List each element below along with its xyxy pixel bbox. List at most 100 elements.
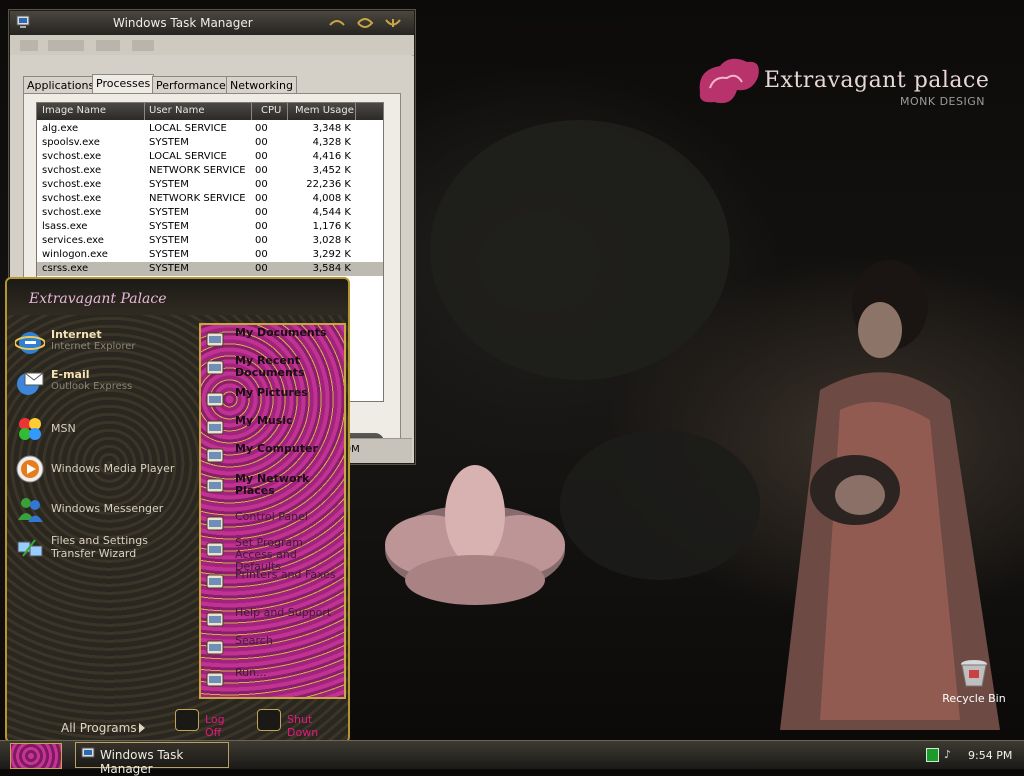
tab-networking[interactable]: Networking bbox=[226, 76, 297, 94]
start-menu-right-item[interactable]: My Documents bbox=[205, 327, 340, 351]
start-menu-right-item-label: Printers and Faxes bbox=[235, 568, 336, 581]
image-name-cell: svchost.exe bbox=[42, 165, 102, 176]
cpu-cell: 00 bbox=[255, 123, 268, 134]
pinned-email[interactable]: E-mail Outlook Express bbox=[13, 365, 197, 401]
recent-documents-icon bbox=[206, 360, 224, 375]
start-menu-left-column: Internet Internet Explorer E-mail Outloo… bbox=[7, 319, 199, 735]
table-row[interactable]: svchost.exe SYSTEM 00 22,236 K bbox=[37, 178, 383, 192]
start-menu-footer: Log Off Shut Down bbox=[7, 699, 348, 739]
menu-help[interactable] bbox=[132, 40, 154, 51]
pinned-email-subtitle: Outlook Express bbox=[51, 381, 133, 392]
start-menu-right-item-label: Control Panel bbox=[235, 510, 308, 523]
column-cpu[interactable]: CPU bbox=[261, 105, 281, 116]
cloud-logo-icon bbox=[699, 58, 759, 104]
column-user-name[interactable]: User Name bbox=[149, 105, 204, 116]
start-menu-right-item-label: My Pictures bbox=[235, 386, 308, 399]
recent-transfer-wizard[interactable]: Files and Settings Transfer Wizard bbox=[13, 531, 197, 567]
title-bar[interactable]: Windows Task Manager bbox=[10, 11, 414, 35]
my-computer-icon bbox=[206, 448, 224, 463]
start-menu-right-item-label: My Documents bbox=[235, 326, 327, 339]
start-menu-right-item[interactable]: My Network Places bbox=[205, 473, 340, 497]
wallpaper-brand: Extravagant palace MONK DESIGN bbox=[692, 48, 1002, 118]
cpu-cell: 00 bbox=[255, 207, 268, 218]
start-menu-right-item[interactable]: My Music bbox=[205, 415, 340, 439]
run-icon bbox=[206, 672, 224, 687]
volume-icon[interactable]: ♪ bbox=[944, 748, 954, 761]
table-row[interactable]: csrss.exe SYSTEM 00 3,584 K bbox=[37, 262, 383, 276]
table-row[interactable]: winlogon.exe SYSTEM 00 3,292 K bbox=[37, 248, 383, 262]
shut-down-label: Shut Down bbox=[287, 713, 319, 739]
start-button[interactable] bbox=[10, 743, 62, 769]
image-name-cell: winlogon.exe bbox=[42, 249, 108, 260]
tab-performance[interactable]: Performance bbox=[152, 76, 230, 94]
cpu-cell: 00 bbox=[255, 235, 268, 246]
pinned-internet-subtitle: Internet Explorer bbox=[51, 341, 136, 352]
menu-bar bbox=[10, 35, 414, 56]
start-menu-right-item[interactable]: My Computer bbox=[205, 443, 340, 467]
maximize-button[interactable] bbox=[356, 17, 374, 29]
recent-messenger[interactable]: Windows Messenger bbox=[13, 491, 197, 527]
mem-usage-cell: 3,452 K bbox=[312, 165, 351, 176]
table-row[interactable]: svchost.exe NETWORK SERVICE 00 3,452 K bbox=[37, 164, 383, 178]
internet-explorer-icon bbox=[15, 332, 45, 354]
my-documents-icon bbox=[206, 332, 224, 347]
start-menu-right-item[interactable]: Help and Support bbox=[205, 607, 340, 631]
start-menu-right-item-label: My Network Places bbox=[235, 472, 310, 497]
start-menu-right-item[interactable]: Run... bbox=[205, 667, 340, 691]
minimize-button[interactable] bbox=[328, 17, 346, 29]
log-off-label: Log Off bbox=[205, 713, 225, 739]
my-music-icon bbox=[206, 420, 224, 435]
help-icon bbox=[206, 612, 224, 627]
start-menu-right-item-label: Help and Support bbox=[235, 606, 332, 619]
network-places-icon bbox=[206, 478, 224, 493]
menu-view[interactable] bbox=[96, 40, 120, 51]
my-pictures-icon bbox=[206, 392, 224, 407]
user-name-cell: SYSTEM bbox=[149, 263, 189, 274]
taskbar-button-task-manager[interactable]: Windows Task Manager bbox=[75, 742, 229, 776]
start-menu-right-item[interactable]: Search bbox=[205, 635, 340, 659]
tab-processes[interactable]: Processes bbox=[92, 74, 155, 95]
msn-icon bbox=[19, 418, 41, 440]
recent-media-player[interactable]: Windows Media Player bbox=[13, 451, 197, 487]
start-menu-right-item[interactable]: Set Program Access and Defaults bbox=[205, 537, 340, 573]
mem-usage-cell: 3,584 K bbox=[312, 263, 351, 274]
pinned-email-title: E-mail bbox=[51, 368, 90, 381]
start-menu-right-item[interactable]: Control Panel bbox=[205, 511, 340, 535]
clock[interactable]: 9:54 PM bbox=[968, 749, 1012, 762]
column-image-name[interactable]: Image Name bbox=[42, 105, 106, 116]
mem-usage-cell: 22,236 K bbox=[306, 179, 351, 190]
log-off-icon bbox=[175, 709, 199, 731]
tray-monitor-icon[interactable] bbox=[926, 748, 939, 762]
user-name-cell: NETWORK SERVICE bbox=[149, 165, 246, 176]
table-row[interactable]: lsass.exe SYSTEM 00 1,176 K bbox=[37, 220, 383, 234]
table-row[interactable]: svchost.exe LOCAL SERVICE 00 4,416 K bbox=[37, 150, 383, 164]
mem-usage-cell: 3,348 K bbox=[312, 123, 351, 134]
start-menu-right-item[interactable]: Printers and Faxes bbox=[205, 569, 340, 593]
control-panel-icon bbox=[206, 516, 224, 531]
start-menu-logo: Extravagant Palace bbox=[29, 291, 167, 307]
recycle-bin[interactable]: Recycle Bin bbox=[936, 658, 1012, 705]
column-mem-usage[interactable]: Mem Usage bbox=[295, 105, 354, 116]
table-row[interactable]: services.exe SYSTEM 00 3,028 K bbox=[37, 234, 383, 248]
table-row[interactable]: spoolsv.exe SYSTEM 00 4,328 K bbox=[37, 136, 383, 150]
close-button[interactable] bbox=[384, 17, 402, 29]
table-row[interactable]: alg.exe LOCAL SERVICE 00 3,348 K bbox=[37, 122, 383, 136]
cpu-cell: 00 bbox=[255, 137, 268, 148]
messenger-icon bbox=[18, 498, 43, 522]
user-name-cell: SYSTEM bbox=[149, 137, 189, 148]
pinned-internet[interactable]: Internet Internet Explorer bbox=[13, 325, 197, 361]
task-manager-icon bbox=[16, 15, 30, 28]
user-name-cell: LOCAL SERVICE bbox=[149, 123, 227, 134]
brand-title: Extravagant palace bbox=[764, 68, 990, 93]
outlook-express-icon bbox=[17, 372, 44, 395]
table-row[interactable]: svchost.exe SYSTEM 00 4,544 K bbox=[37, 206, 383, 220]
user-name-cell: LOCAL SERVICE bbox=[149, 151, 227, 162]
table-row[interactable]: svchost.exe NETWORK SERVICE 00 4,008 K bbox=[37, 192, 383, 206]
tab-applications[interactable]: Applications bbox=[23, 76, 99, 94]
start-menu-right-item[interactable]: My Recent Documents bbox=[205, 355, 340, 379]
start-menu-right-item[interactable]: My Pictures bbox=[205, 387, 340, 411]
menu-file[interactable] bbox=[20, 40, 38, 51]
menu-options[interactable] bbox=[48, 40, 84, 51]
recent-msn[interactable]: MSN bbox=[13, 411, 197, 447]
task-manager-icon bbox=[81, 747, 95, 758]
